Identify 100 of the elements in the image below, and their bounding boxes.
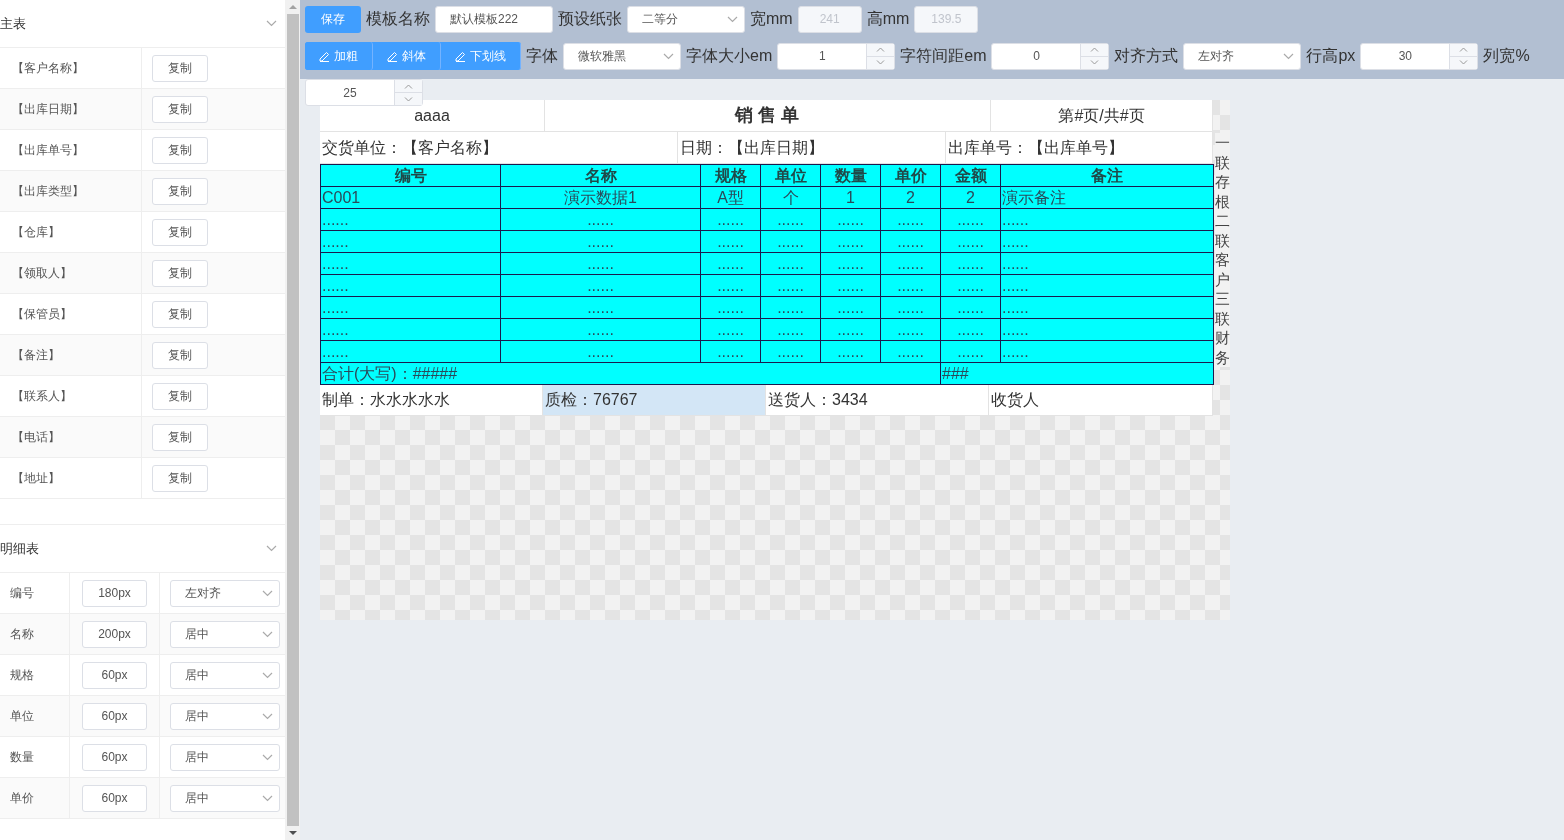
table-cell: ...... [500,274,701,297]
copy-button[interactable]: 复制 [152,177,208,205]
field-label: 【联系人】 [12,388,72,405]
table-cell: ...... [320,208,501,231]
decrement-icon[interactable] [404,96,413,102]
table-cell: ...... [500,296,701,319]
select-field[interactable]: 居中 [170,702,280,730]
select-field[interactable]: 居中 [170,661,280,689]
select-field[interactable]: 居中 [170,620,280,648]
table-cell: ...... [700,230,761,253]
footer-cell[interactable]: 送货人：3434 [766,385,989,416]
decrement-icon[interactable] [876,60,886,65]
column-label: 数量 [10,749,34,766]
field-label: 对齐方式 [1114,46,1179,66]
chevron-icon [262,712,273,720]
select-field[interactable]: 居中 [170,784,280,812]
number-field[interactable]: 0 [991,42,1110,70]
number-input[interactable]: 25 [306,80,394,105]
copy-button[interactable]: 复制 [152,341,208,369]
width-input[interactable]: 60px [82,661,147,689]
select-field[interactable]: 二等分 [627,5,745,33]
table-cell: ...... [1000,340,1214,363]
info-text: 交货单位：【客户名称】 [322,137,498,158]
copy-button[interactable]: 复制 [152,218,208,246]
expand-icon[interactable] [266,545,277,552]
select-field[interactable]: 左对齐 [1183,42,1302,70]
table-cell: ...... [320,274,501,297]
column-header: 金额 [940,164,1001,187]
table-cell: 2 [880,186,941,209]
table-cell: 2 [940,186,1001,209]
chevron-icon [262,753,273,761]
table-cell: ...... [820,296,881,319]
width-input[interactable]: 60px [82,702,147,730]
table-cell: ...... [1000,252,1214,275]
expand-icon[interactable] [266,20,277,27]
field-label: 预设纸张 [558,9,622,29]
select-field[interactable]: 左对齐 [170,579,280,607]
table-cell: ...... [500,318,701,341]
number-input[interactable]: 1 [778,43,867,69]
table-cell: ...... [880,230,941,253]
select-field[interactable]: 居中 [170,743,280,771]
increment-icon[interactable] [1090,47,1100,52]
table-cell: ...... [700,318,761,341]
copy-button[interactable]: 复制 [152,259,208,287]
column-header: 单价 [880,164,941,187]
field-label: 【电话】 [12,429,60,446]
chevron-icon [727,15,738,23]
increment-icon[interactable] [876,47,886,52]
table-cell: ...... [500,230,701,253]
table-cell: ...... [320,230,501,253]
increment-icon[interactable] [404,83,413,89]
width-input[interactable]: 60px [82,743,147,771]
column-label: 单价 [10,790,34,807]
width-input[interactable]: 200px [82,620,147,648]
number-input[interactable]: 0 [992,43,1081,69]
table-cell: ...... [940,296,1001,319]
increment-icon[interactable] [1459,47,1469,52]
pen-icon [387,50,398,62]
vertical-note: 一联存根二联客户三联财务 [1215,133,1230,367]
copy-button[interactable]: 复制 [152,95,208,123]
table-cell: ...... [760,296,821,319]
column-header: 规格 [700,164,761,187]
scroll-down-icon[interactable] [288,830,297,836]
text-input[interactable]: 默认模板222 [435,5,553,33]
footer-cell[interactable]: 收货人 [989,385,1213,416]
field-label: 【仓库】 [12,224,60,241]
copy-button[interactable]: 复制 [152,136,208,164]
table-cell: ...... [1000,208,1214,231]
number-field[interactable]: 30 [1360,42,1479,70]
table-cell: ...... [880,208,941,231]
scroll-up-icon[interactable] [288,4,297,10]
number-field[interactable]: 1 [777,42,896,70]
select-field[interactable]: 微软雅黑 [563,42,681,70]
copy-button[interactable]: 复制 [152,464,208,492]
copy-button[interactable]: 复制 [152,54,208,82]
field-label: 字符间距em [900,46,987,66]
copy-button[interactable]: 复制 [152,300,208,328]
table-cell: ...... [500,252,701,275]
table-cell: ...... [940,318,1001,341]
table-cell: ...... [820,340,881,363]
table-cell: ...... [880,318,941,341]
table-cell: 演示数据1 [500,186,701,209]
decrement-icon[interactable] [1459,60,1469,65]
table-cell: ...... [320,340,501,363]
footer-cell[interactable]: 质检：76767 [543,385,766,416]
number-input[interactable]: 30 [1361,43,1450,69]
info-text: 日期：【出库日期】 [680,137,824,158]
table-cell: ...... [940,208,1001,231]
table-cell: ...... [880,340,941,363]
width-input[interactable]: 60px [82,784,147,812]
table-cell: ...... [760,274,821,297]
column-header: 单位 [760,164,821,187]
scrollbar[interactable] [285,0,300,840]
number-field[interactable]: 25 [305,79,423,106]
width-input[interactable]: 180px [82,579,147,607]
table-cell: ...... [700,208,761,231]
copy-button[interactable]: 复制 [152,382,208,410]
decrement-icon[interactable] [1090,60,1100,65]
copy-button[interactable]: 复制 [152,423,208,451]
chevron-icon [663,52,674,60]
